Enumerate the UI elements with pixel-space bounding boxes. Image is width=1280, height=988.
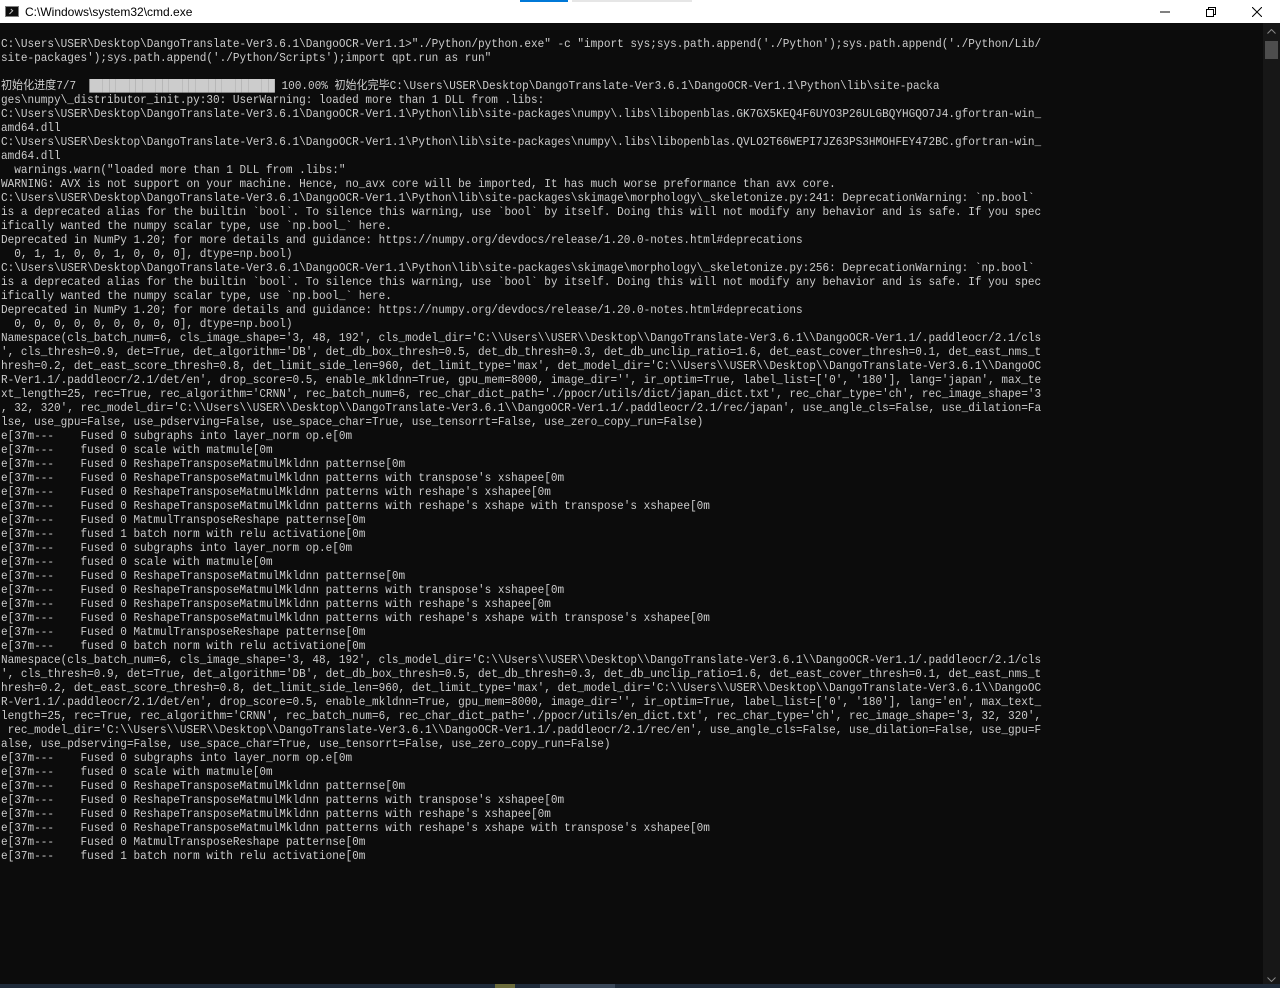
console-line: e[37m--- Fused 0 ReshapeTransposeMatmulM… — [1, 793, 565, 807]
console-line: 0, 1, 1, 0, 0, 1, 0, 0, 0], dtype=np.boo… — [1, 247, 293, 261]
console-line: e[37m--- fused 1 batch norm with relu ac… — [1, 527, 366, 541]
console-line: ges\numpy\_distributor_init.py:30: UserW… — [1, 93, 545, 107]
console-line: e[37m--- Fused 0 MatmulTransposeReshape … — [1, 513, 366, 527]
console-line: e[37m--- Fused 0 ReshapeTransposeMatmulM… — [1, 471, 565, 485]
vertical-scrollbar[interactable] — [1263, 23, 1280, 988]
console-line: C:\Users\USER\Desktop\DangoTranslate-Ver… — [1, 261, 1035, 275]
console-line: e[37m--- fused 0 scale with matmule[0m — [1, 443, 273, 457]
console-line: R-Ver1.1/.paddleocr/2.1/det/en', drop_sc… — [1, 695, 1042, 709]
cmd-window: C:\Windows\system32\cmd.exe C:\Users\USE… — [0, 0, 1280, 988]
taskbar-item — [540, 984, 615, 988]
console-line: Deprecated in NumPy 1.20; for more detai… — [1, 233, 803, 247]
console-line: e[37m--- fused 0 batch norm with relu ac… — [1, 639, 366, 653]
console-line: xt_length=25, rec=True, rec_algorithm='C… — [1, 387, 1042, 401]
console-line: C:\Users\USER\Desktop\DangoTranslate-Ver… — [1, 37, 1042, 51]
console-line: e[37m--- Fused 0 subgraphs into layer_no… — [1, 429, 353, 443]
scroll-up-button[interactable] — [1263, 23, 1280, 40]
console-line: length=25, rec=True, rec_algorithm='CRNN… — [1, 709, 1042, 723]
console-line: C:\Users\USER\Desktop\DangoTranslate-Ver… — [1, 107, 1042, 121]
console-output-area[interactable]: C:\Users\USER\Desktop\DangoTranslate-Ver… — [0, 23, 1263, 988]
console-line: e[37m--- Fused 0 subgraphs into layer_no… — [1, 751, 353, 765]
console-line: ', cls_thresh=0.9, det=True, det_algorit… — [1, 667, 1042, 681]
console-line: e[37m--- fused 1 batch norm with relu ac… — [1, 849, 366, 863]
console-line: e[37m--- Fused 0 ReshapeTransposeMatmulM… — [1, 499, 710, 513]
console-line: e[37m--- Fused 0 ReshapeTransposeMatmulM… — [1, 569, 406, 583]
console-line: e[37m--- fused 0 scale with matmule[0m — [1, 765, 273, 779]
minimize-icon — [1160, 11, 1170, 12]
console-line: C:\Users\USER\Desktop\DangoTranslate-Ver… — [1, 135, 1042, 149]
console-line: R-Ver1.1/.paddleocr/2.1/det/en', drop_sc… — [1, 373, 1042, 387]
console-line: Deprecated in NumPy 1.20; for more detai… — [1, 303, 803, 317]
console-line: e[37m--- Fused 0 MatmulTransposeReshape … — [1, 625, 366, 639]
console-line: e[37m--- Fused 0 ReshapeTransposeMatmulM… — [1, 597, 551, 611]
window-controls — [1142, 0, 1280, 23]
console-line: site-packages');sys.path.append('./Pytho… — [1, 51, 492, 65]
console-line: e[37m--- Fused 0 ReshapeTransposeMatmulM… — [1, 779, 406, 793]
console-line: e[37m--- Fused 0 ReshapeTransposeMatmulM… — [1, 583, 565, 597]
console-line: alse, use_pdserving=False, use_space_cha… — [1, 737, 611, 751]
console-line: ifically wanted the numpy scalar type, u… — [1, 289, 392, 303]
close-button[interactable] — [1234, 0, 1280, 23]
restore-button[interactable] — [1188, 0, 1234, 23]
console-line: WARNING: AVX is not support on your mach… — [1, 177, 836, 191]
console-line: e[37m--- Fused 0 ReshapeTransposeMatmulM… — [1, 821, 710, 835]
taskbar-item — [495, 984, 515, 988]
console-line: Namespace(cls_batch_num=6, cls_image_sha… — [1, 653, 1042, 667]
console-line: e[37m--- Fused 0 ReshapeTransposeMatmulM… — [1, 611, 710, 625]
taskbar-edge — [0, 984, 1280, 988]
console-text[interactable]: C:\Users\USER\Desktop\DangoTranslate-Ver… — [1, 37, 1041, 863]
console-line: ', cls_thresh=0.9, det=True, det_algorit… — [1, 345, 1042, 359]
console-line: lse, use_gpu=False, use_pdserving=False,… — [1, 415, 704, 429]
scroll-down-arrow-icon — [1267, 977, 1276, 982]
console-line: amd64.dll — [1, 121, 61, 135]
console-line: 0, 0, 0, 0, 0, 0, 0, 0, 0], dtype=np.boo… — [1, 317, 293, 331]
console-line: C:\Users\USER\Desktop\DangoTranslate-Ver… — [1, 191, 1035, 205]
console-line: , 32, 320', rec_model_dir='C:\\Users\\US… — [1, 401, 1042, 415]
console-line: e[37m--- Fused 0 MatmulTransposeReshape … — [1, 835, 366, 849]
console-line: hresh=0.2, det_east_score_thresh=0.8, de… — [1, 681, 1042, 695]
close-icon — [1252, 6, 1262, 17]
title-bar[interactable]: C:\Windows\system32\cmd.exe — [0, 0, 1280, 23]
window-title: C:\Windows\system32\cmd.exe — [25, 4, 193, 19]
console-line: warnings.warn("loaded more than 1 DLL fr… — [1, 163, 346, 177]
console-line: e[37m--- Fused 0 subgraphs into layer_no… — [1, 541, 353, 555]
console-line: amd64.dll — [1, 149, 61, 163]
console-line: e[37m--- Fused 0 ReshapeTransposeMatmulM… — [1, 485, 551, 499]
console-line: is a deprecated alias for the builtin `b… — [1, 275, 1042, 289]
console-line: e[37m--- fused 0 scale with matmule[0m — [1, 555, 273, 569]
console-line: is a deprecated alias for the builtin `b… — [1, 205, 1042, 219]
console-line: Namespace(cls_batch_num=6, cls_image_sha… — [1, 331, 1042, 345]
console-line: 初始化进度7/7 ████████████████████████████ 10… — [1, 79, 940, 93]
console-line: hresh=0.2, det_east_score_thresh=0.8, de… — [1, 359, 1042, 373]
restore-icon — [1206, 6, 1216, 17]
minimize-button[interactable] — [1142, 0, 1188, 23]
console-line: rec_model_dir='C:\\Users\\USER\\Desktop\… — [1, 723, 1042, 737]
taskbar-highlight-secondary — [572, 0, 692, 2]
cmd-icon[interactable] — [5, 6, 19, 17]
scroll-up-arrow-icon — [1267, 29, 1276, 34]
console-line: e[37m--- Fused 0 ReshapeTransposeMatmulM… — [1, 457, 406, 471]
console-line: e[37m--- Fused 0 ReshapeTransposeMatmulM… — [1, 807, 551, 821]
scrollbar-thumb[interactable] — [1265, 41, 1278, 59]
taskbar-highlight — [520, 0, 568, 2]
console-line: ifically wanted the numpy scalar type, u… — [1, 219, 392, 233]
